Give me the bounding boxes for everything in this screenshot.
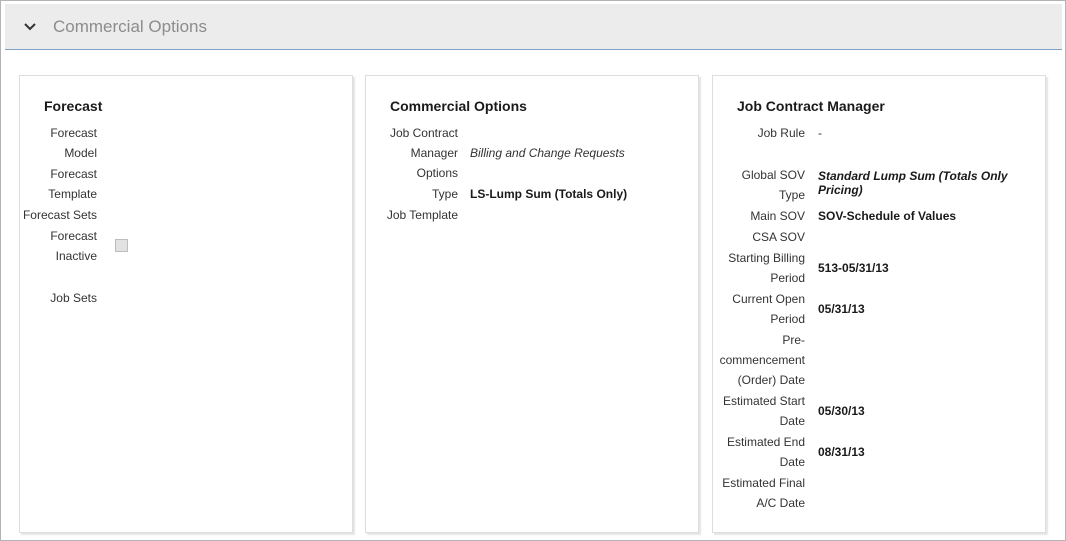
type-value: LS-Lump Sum (Totals Only) <box>470 187 628 201</box>
jcm-options-value: Billing and Change Requests <box>470 146 625 160</box>
chevron-down-icon[interactable] <box>22 19 38 35</box>
jcm-panel-title: Job Contract Manager <box>737 98 885 114</box>
forecast-panel: Forecast Forecast Model Forecast Templat… <box>19 75 353 533</box>
jcm-options-label-line2: Manager <box>410 146 458 160</box>
estimated-end-label-line2: Date <box>779 455 805 469</box>
csa-sov-label: CSA SOV <box>752 230 805 244</box>
job-rule-label: Job Rule <box>757 126 805 140</box>
global-sov-label-line1: Global SOV <box>741 168 805 182</box>
estimated-start-value: 05/30/13 <box>818 404 865 418</box>
estimated-final-label-line1: Estimated Final <box>722 476 805 490</box>
section-title: Commercial Options <box>53 17 207 36</box>
forecast-template-label-line1: Forecast <box>50 167 97 181</box>
precommencement-label-line2: commencement <box>719 353 805 367</box>
forecast-model-label-line2: Model <box>64 146 97 160</box>
main-sov-value: SOV-Schedule of Values <box>818 209 957 223</box>
jcm-options-label-line1: Job Contract <box>389 126 458 140</box>
estimated-final-label-line2: A/C Date <box>756 496 805 510</box>
jcm-options-label-line3: Options <box>416 166 458 180</box>
type-label: Type <box>431 187 458 201</box>
global-sov-value-line1: Standard Lump Sum (Totals Only <box>818 169 1008 183</box>
forecast-template-label-line2: Template <box>48 187 97 201</box>
job-template-label: Job Template <box>386 208 458 222</box>
estimated-start-label-line2: Date <box>779 414 805 428</box>
job-rule-value: - <box>818 126 822 140</box>
estimated-end-value: 08/31/13 <box>818 445 865 459</box>
current-open-value: 05/31/13 <box>818 302 865 316</box>
forecast-inactive-label-line2: Inactive <box>55 249 97 263</box>
forecast-inactive-checkbox[interactable] <box>115 239 128 252</box>
forecast-sets-label: Forecast Sets <box>22 208 97 222</box>
commercial-options-panel-title: Commercial Options <box>390 98 527 114</box>
forecast-inactive-label-line1: Forecast <box>50 229 97 243</box>
forecast-model-label-line1: Forecast <box>50 126 97 140</box>
estimated-start-label-line1: Estimated Start <box>722 394 805 408</box>
global-sov-label-line2: Type <box>778 188 805 202</box>
precommencement-label-line3: (Order) Date <box>737 373 805 387</box>
main-sov-label: Main SOV <box>750 209 805 223</box>
job-contract-manager-panel: Job Contract Manager Job Rule - Global S… <box>712 75 1046 533</box>
estimated-end-label-line1: Estimated End <box>726 435 805 449</box>
commercial-options-panel: Commercial Options Job Contract Manager … <box>365 75 699 533</box>
starting-billing-value: 513-05/31/13 <box>818 261 889 275</box>
forecast-title: Forecast <box>44 98 103 114</box>
job-sets-label: Job Sets <box>50 291 97 305</box>
starting-billing-label-line1: Starting Billing <box>728 251 805 265</box>
section-header[interactable]: Commercial Options <box>5 4 1062 50</box>
commercial-options-frame: Commercial Options Forecast Forecast Mod… <box>0 0 1066 541</box>
starting-billing-label-line2: Period <box>770 271 805 285</box>
precommencement-label-line1: Pre- <box>782 333 805 347</box>
current-open-label-line2: Period <box>770 312 805 326</box>
global-sov-value-line2: Pricing) <box>818 183 863 197</box>
current-open-label-line1: Current Open <box>732 292 805 306</box>
